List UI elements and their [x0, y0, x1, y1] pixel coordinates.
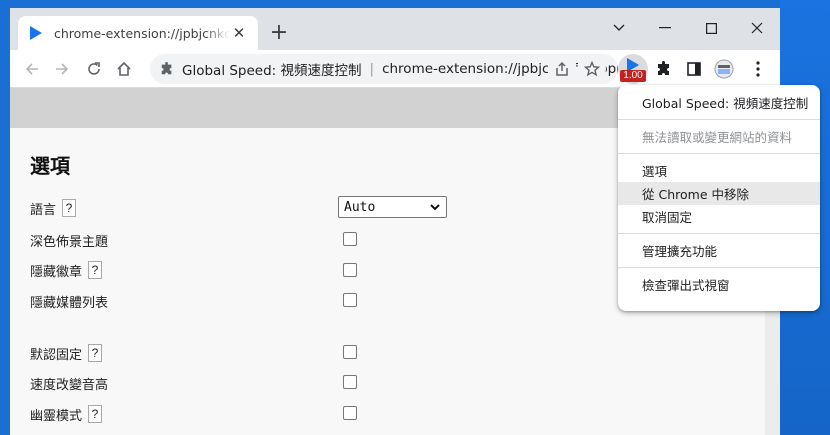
- option-label: 幽靈模式: [30, 408, 83, 424]
- back-arrow-icon: [25, 63, 38, 75]
- menu-item-manage-extensions[interactable]: 管理擴充功能: [618, 239, 820, 262]
- option-speed-changes-pitch: 速度改變音高: [30, 372, 108, 394]
- menu-separator: [618, 153, 820, 154]
- star-icon: [584, 61, 600, 77]
- option-hide-media-list: 隱藏媒體列表: [30, 290, 108, 312]
- kebab-menu-icon: [756, 61, 760, 77]
- share-icon: [556, 61, 568, 76]
- extension-name-chip: Global Speed: 視頻速度控制: [182, 63, 362, 79]
- option-default-pinned: 默認固定 ?: [30, 342, 103, 364]
- hide-badge-checkbox[interactable]: [343, 263, 357, 277]
- menu-separator: [618, 119, 820, 120]
- extension-context-menu: Global Speed: 視頻速度控制 無法讀取或變更網站的資料 選項 從 C…: [618, 85, 820, 311]
- maximize-icon: [705, 22, 717, 34]
- menu-separator: [618, 267, 820, 268]
- tab-search-button[interactable]: [596, 14, 642, 42]
- home-icon: [117, 61, 131, 76]
- play-triangle-icon: [28, 25, 44, 41]
- option-language: 語言 ?: [30, 197, 77, 219]
- menu-item-extension-name[interactable]: Global Speed: 視頻速度控制: [618, 91, 820, 114]
- option-dark-theme: 深色佈景主題: [30, 229, 108, 251]
- help-button[interactable]: ?: [88, 405, 103, 423]
- puzzle-icon: [160, 62, 174, 76]
- option-label: 默認固定: [30, 347, 83, 363]
- option-label: 深色佈景主題: [30, 234, 109, 250]
- minimize-button[interactable]: [642, 14, 688, 42]
- reload-button[interactable]: [80, 55, 108, 83]
- menu-item-remove-from-chrome[interactable]: 從 Chrome 中移除: [618, 182, 820, 205]
- share-button[interactable]: [548, 55, 576, 83]
- chrome-menu-button[interactable]: [744, 55, 772, 83]
- speed-changes-pitch-checkbox[interactable]: [343, 375, 357, 389]
- side-panel-button[interactable]: [680, 55, 708, 83]
- forward-button[interactable]: [48, 55, 76, 83]
- language-select[interactable]: Auto: [338, 196, 447, 218]
- language-select-value: Auto: [344, 199, 376, 215]
- back-button[interactable]: [18, 55, 46, 83]
- close-icon: [751, 22, 763, 34]
- option-label: 語言: [30, 202, 57, 218]
- home-button[interactable]: [110, 55, 138, 83]
- chevron-down-icon: [430, 204, 440, 211]
- option-ghost-mode: 幽靈模式 ?: [30, 403, 103, 425]
- chevron-down-icon: [613, 24, 625, 31]
- dark-theme-checkbox[interactable]: [343, 232, 357, 246]
- default-pinned-checkbox[interactable]: [343, 345, 357, 359]
- profile-icon: [714, 59, 734, 79]
- new-tab-button[interactable]: +: [268, 22, 290, 44]
- menu-separator: [618, 233, 820, 234]
- ghost-mode-checkbox[interactable]: [343, 406, 357, 420]
- tab-strip: chrome-extension://jpbjcnkcffbooppibceon…: [10, 8, 780, 50]
- option-hide-badge: 隱藏徽章 ?: [30, 259, 103, 281]
- page-title: 選項: [30, 154, 70, 178]
- option-label: 速度改變音高: [30, 377, 109, 393]
- hide-media-list-checkbox[interactable]: [343, 293, 357, 307]
- maximize-button[interactable]: [688, 14, 734, 42]
- toolbar: Global Speed: 視頻速度控制 | chrome-extension:…: [10, 50, 780, 88]
- help-button[interactable]: ?: [88, 344, 103, 362]
- minimize-icon: [659, 27, 671, 29]
- global-speed-extension-button[interactable]: 1.00: [618, 54, 648, 84]
- omnibox-separator: |: [369, 61, 375, 77]
- sidepanel-icon: [687, 62, 701, 76]
- extensions-button[interactable]: [650, 55, 678, 83]
- option-label: 隱藏徽章: [30, 264, 83, 280]
- menu-item-inspect-popup[interactable]: 檢查彈出式視窗: [618, 273, 820, 296]
- bookmark-button[interactable]: [578, 55, 606, 83]
- tab-title: chrome-extension://jpbjcnkcffbooppibceon…: [54, 25, 230, 41]
- option-label: 隱藏媒體列表: [30, 295, 109, 311]
- help-button[interactable]: ?: [88, 261, 103, 279]
- speed-badge: 1.00: [620, 70, 646, 82]
- reload-icon: [88, 62, 100, 75]
- help-button[interactable]: ?: [62, 199, 77, 217]
- profile-button[interactable]: [710, 55, 738, 83]
- menu-item-unpin[interactable]: 取消固定: [618, 205, 820, 228]
- puzzle-icon: [658, 61, 669, 75]
- menu-item-options[interactable]: 選項: [618, 159, 820, 182]
- tab-options[interactable]: chrome-extension://jpbjcnkcffbooppibceon…: [18, 16, 258, 50]
- forward-arrow-icon: [56, 63, 69, 75]
- close-icon[interactable]: ✕: [230, 24, 248, 42]
- menu-item-site-access: 無法讀取或變更網站的資料: [642, 130, 793, 145]
- window-close-button[interactable]: [734, 14, 780, 42]
